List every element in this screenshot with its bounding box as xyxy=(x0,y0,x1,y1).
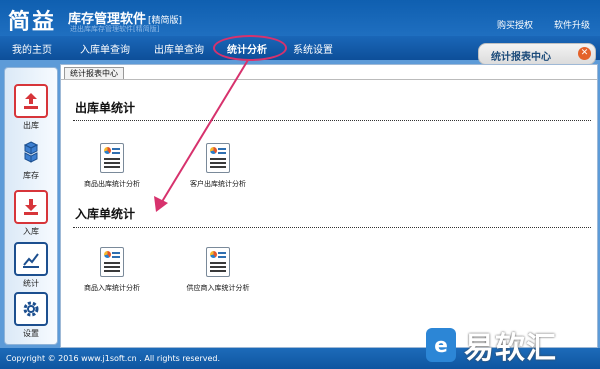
annotation-arrow xyxy=(154,59,249,212)
watermark-brand: e 易软汇 xyxy=(426,323,557,367)
brand-text: 易软汇 xyxy=(464,331,557,366)
brand-logo-icon: e xyxy=(426,328,456,362)
copyright-text: Copyright © 2016 www.j1soft.cn . All rig… xyxy=(6,354,221,363)
